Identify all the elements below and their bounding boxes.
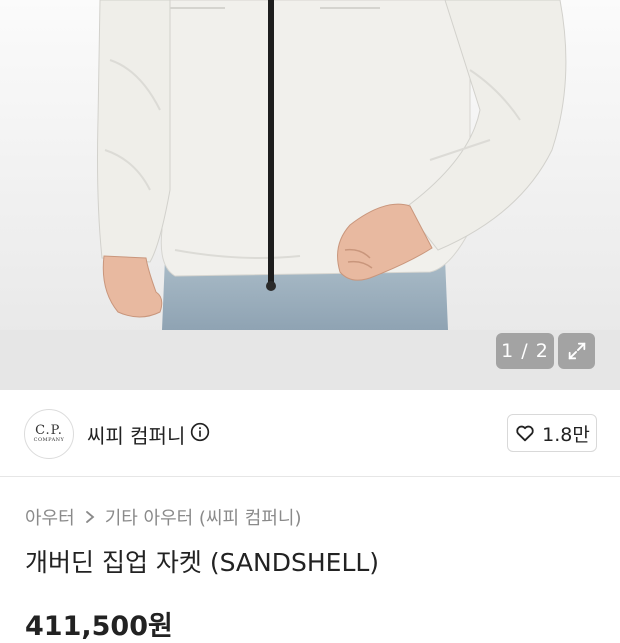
breadcrumb-item-other-outer[interactable]: 기타 아우터 (씨피 컴퍼니) [105,504,302,530]
info-icon[interactable] [190,422,210,442]
product-photo [0,0,620,390]
expand-icon [568,342,585,360]
like-count: 1.8만 [542,423,590,446]
product-price: 411,500원 [25,611,173,642]
product-image-gallery[interactable]: 1 / 2 [0,0,620,390]
product-title: 개버딘 집업 자켓 (SANDSHELL) [25,548,380,577]
brand-logo[interactable]: C.P. COMPANY [24,409,74,459]
expand-button[interactable] [558,333,595,369]
brand-logo-line1: C.P. [35,423,63,438]
breadcrumb: 아우터 기타 아우터 (씨피 컴퍼니) [25,504,302,530]
like-button[interactable]: 1.8만 [507,414,597,452]
brand-row: C.P. COMPANY 씨피 컴퍼니 1.8만 [0,390,620,477]
breadcrumb-item-outer[interactable]: 아우터 [25,504,75,530]
heart-icon [516,425,534,442]
chevron-right-icon [84,510,96,524]
brand-name[interactable]: 씨피 컴퍼니 [87,420,185,449]
brand-logo-line2: COMPANY [33,437,65,443]
image-counter: 1 / 2 [496,333,554,369]
